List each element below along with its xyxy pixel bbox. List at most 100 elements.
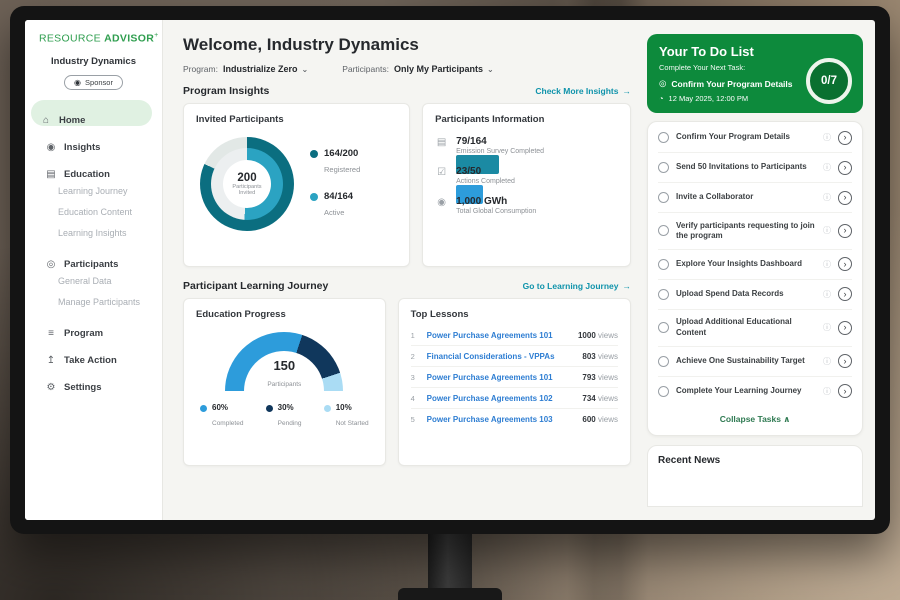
brand-word2: ADVISOR (104, 33, 154, 45)
top-lessons-list: 1 Power Purchase Agreements 101 1000 vie… (411, 325, 618, 429)
lesson-row: 3 Power Purchase Agreements 101 793 view… (411, 367, 618, 388)
sidebar-item-take-action[interactable]: ↥ Take Action (25, 340, 162, 366)
sidebar: RESOURCE ADVISOR+ Industry Dynamics ◉ Sp… (25, 20, 163, 520)
target-icon: ◎ (659, 78, 666, 89)
task-checkbox[interactable] (658, 162, 669, 173)
task-row-achieve-sustainability-target[interactable]: Achieve One Sustainability Target ⓘ › (658, 347, 852, 377)
sidebar-item-learning-insights[interactable]: Learning Insights (25, 223, 162, 243)
task-row-complete-learning-journey[interactable]: Complete Your Learning Journey ⓘ › (658, 377, 852, 406)
recent-news-title: Recent News (658, 455, 852, 466)
task-checkbox[interactable] (658, 132, 669, 143)
todo-title: Your To Do List (659, 44, 851, 59)
sidebar-item-general-data[interactable]: General Data (25, 271, 162, 291)
learning-journey-cards: Education Progress 150 Participants (183, 298, 631, 466)
info-icon: ⓘ (823, 289, 831, 300)
insights-icon: ◉ (45, 142, 57, 153)
main-content: Welcome, Industry Dynamics Program: Indu… (163, 20, 643, 520)
check-more-insights-link[interactable]: Check More Insights → (535, 86, 631, 96)
todo-next-task: ◎ Confirm Your Program Details (659, 78, 809, 89)
task-checkbox[interactable] (658, 356, 669, 367)
sidebar-item-settings[interactable]: ⚙ Settings (25, 367, 162, 393)
task-checkbox[interactable] (658, 259, 669, 270)
lesson-row: 5 Power Purchase Agreements 103 600 view… (411, 409, 618, 429)
sidebar-item-home[interactable]: ⌂ Home (31, 100, 152, 126)
gauge-legend: 60% Completed 30% Pending (196, 393, 373, 430)
sidebar-item-label: Education (64, 169, 110, 180)
task-chevron-button[interactable]: › (838, 191, 852, 205)
sidebar-item-manage-participants[interactable]: Manage Participants (25, 292, 162, 312)
task-checkbox[interactable] (658, 386, 669, 397)
task-row-explore-insights[interactable]: Explore Your Insights Dashboard ⓘ › (658, 250, 852, 280)
task-chevron-button[interactable]: › (838, 321, 852, 335)
sidebar-item-education-content[interactable]: Education Content (25, 202, 162, 222)
task-row-upload-educational-content[interactable]: Upload Additional Educational Content ⓘ … (658, 310, 852, 347)
legend-label: Not Started (336, 420, 369, 427)
task-chevron-button[interactable]: › (838, 384, 852, 398)
info-icon: ⓘ (823, 356, 831, 367)
task-chevron-button[interactable]: › (838, 224, 852, 238)
task-checkbox[interactable] (658, 192, 669, 203)
sidebar-item-label: Education Content (58, 207, 132, 217)
task-label: Confirm Your Program Details (676, 132, 816, 142)
info-icon: ⓘ (823, 386, 831, 397)
brand-plus: + (154, 32, 158, 39)
top-lessons-card: Top Lessons 1 Power Purchase Agreements … (398, 298, 631, 466)
program-filter: Program: Industrialize Zero ⌄ (183, 64, 308, 74)
task-chevron-button[interactable]: › (838, 287, 852, 301)
dashboard-screen: RESOURCE ADVISOR+ Industry Dynamics ◉ Sp… (25, 20, 875, 520)
sidebar-item-education[interactable]: ▤ Education (25, 154, 162, 180)
info-label: Emission Survey Completed (456, 148, 544, 155)
sidebar-item-program[interactable]: ≡ Program (25, 313, 162, 339)
task-checkbox[interactable] (658, 225, 669, 236)
task-chevron-button[interactable]: › (838, 161, 852, 175)
sidebar-item-participants[interactable]: ◎ Participants (25, 244, 162, 270)
lesson-link[interactable]: Power Purchase Agreements 101 (427, 373, 574, 382)
sidebar-item-label: Learning Insights (58, 228, 127, 238)
task-checkbox[interactable] (658, 289, 669, 300)
lesson-link[interactable]: Financial Considerations - VPPAs (427, 352, 574, 361)
legend-item-not-started: 10% Not Started (324, 403, 369, 430)
chevron-down-icon: ⌄ (487, 65, 494, 74)
participants-select[interactable]: Only My Participants ⌄ (394, 64, 494, 74)
todo-due-label: 12 May 2025, 12:00 PM (669, 94, 749, 103)
sponsor-badge[interactable]: ◉ Sponsor (64, 75, 123, 90)
lesson-rank: 1 (411, 331, 418, 340)
task-row-upload-spend-data[interactable]: Upload Spend Data Records ⓘ › (658, 280, 852, 310)
sidebar-item-label: Program (64, 328, 103, 339)
lesson-rank: 3 (411, 373, 418, 382)
todo-progress-badge: 0/7 (806, 58, 852, 104)
task-row-verify-participants[interactable]: Verify participants requesting to join t… (658, 213, 852, 250)
go-to-learning-journey-link[interactable]: Go to Learning Journey → (523, 281, 631, 291)
info-icon: ⓘ (823, 192, 831, 203)
lesson-link[interactable]: Power Purchase Agreements 103 (427, 415, 574, 424)
task-chevron-button[interactable]: › (838, 131, 852, 145)
sidebar-item-label: Take Action (64, 355, 117, 366)
task-row-send-invitations[interactable]: Send 50 Invitations to Participants ⓘ › (658, 153, 852, 183)
task-checkbox[interactable] (658, 322, 669, 333)
lesson-views: 793 views (582, 373, 618, 382)
task-row-confirm-program[interactable]: Confirm Your Program Details ⓘ › (658, 123, 852, 153)
program-filter-label: Program: (183, 64, 218, 74)
program-insights-header: Program Insights Check More Insights → (183, 85, 631, 97)
donut-center: 200 Participants Invited (223, 160, 271, 208)
collapse-tasks-link[interactable]: Collapse Tasks ∧ (658, 406, 852, 434)
sidebar-item-label: Settings (64, 382, 101, 393)
task-label: Upload Additional Educational Content (676, 317, 816, 338)
sidebar-item-insights[interactable]: ◉ Insights (25, 127, 162, 153)
donut-legend: 164/200 Registered 84/164 Active (310, 148, 360, 220)
task-row-invite-collaborator[interactable]: Invite a Collaborator ⓘ › (658, 183, 852, 213)
task-chevron-button[interactable]: › (838, 354, 852, 368)
legend-dot-pending (266, 405, 273, 412)
legend-dot-registered (310, 150, 318, 158)
program-select-value: Industrialize Zero (223, 64, 298, 74)
gauge-center-label: Participants (267, 381, 301, 388)
participants-filter-label: Participants: (342, 64, 389, 74)
info-value: 1,000 GWh (456, 196, 536, 207)
program-select[interactable]: Industrialize Zero ⌄ (223, 64, 308, 74)
education-progress-title: Education Progress (196, 309, 373, 320)
lesson-link[interactable]: Power Purchase Agreements 102 (427, 394, 574, 403)
lesson-link[interactable]: Power Purchase Agreements 101 (427, 331, 569, 340)
task-chevron-button[interactable]: › (838, 257, 852, 271)
sidebar-item-label: General Data (58, 276, 112, 286)
sidebar-item-learning-journey[interactable]: Learning Journey (25, 181, 162, 201)
